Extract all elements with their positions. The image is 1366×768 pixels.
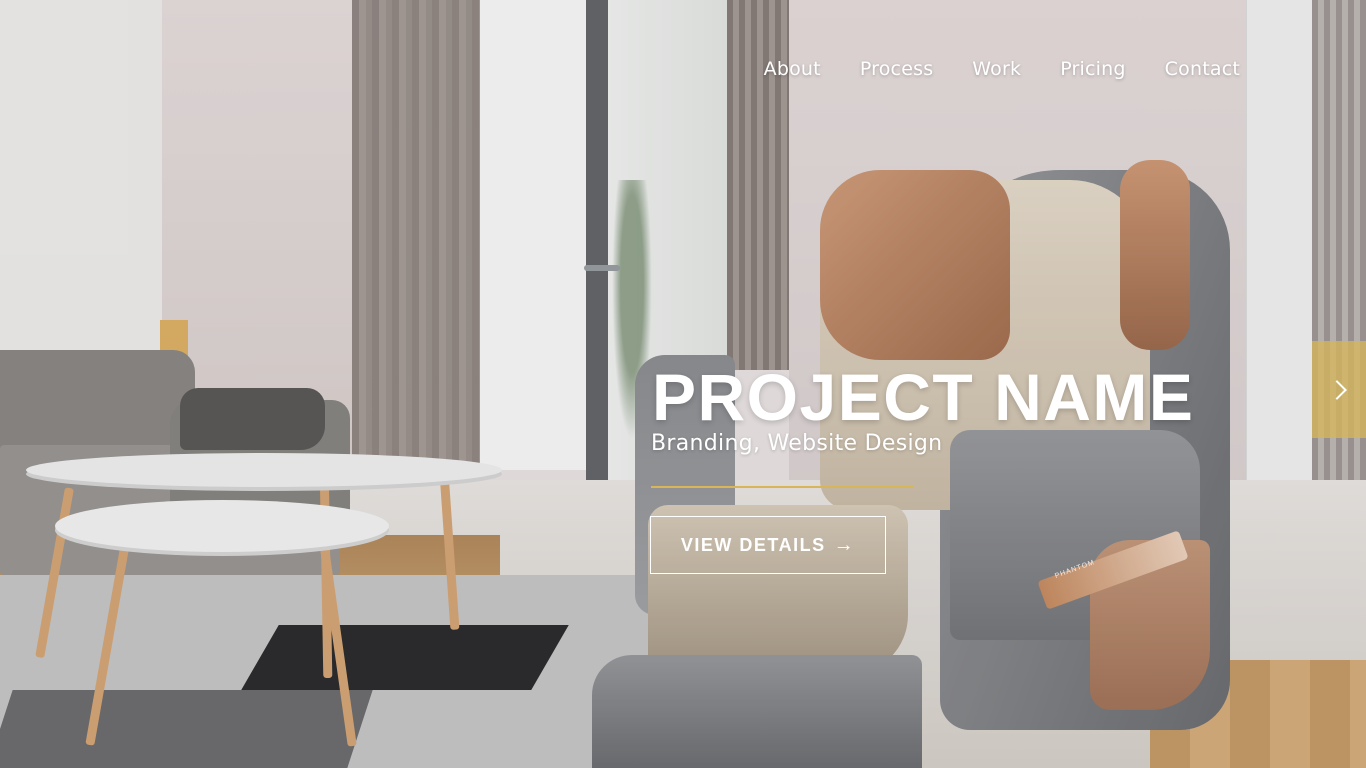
nav-item-work[interactable]: Work (972, 58, 1021, 80)
view-details-button[interactable]: VIEW DETAILS → (650, 516, 886, 574)
nav-item-pricing[interactable]: Pricing (1060, 58, 1125, 80)
chevron-right-icon (1327, 379, 1347, 400)
project-title: PROJECT NAME (652, 360, 1195, 434)
nav-item-process[interactable]: Process (860, 58, 933, 80)
accent-divider (651, 486, 913, 488)
hero-section: PHANTOM About Process Work Pricing Conta… (0, 0, 1366, 768)
arrow-right-icon: → (833, 533, 856, 556)
project-subtitle: Branding, Website Design (651, 431, 943, 456)
view-details-label: VIEW DETAILS (680, 534, 826, 555)
nav-item-contact[interactable]: Contact (1165, 58, 1240, 80)
nav-item-about[interactable]: About (764, 58, 821, 80)
main-nav: About Process Work Pricing Contact (764, 58, 1240, 80)
slider-next-button[interactable] (1312, 341, 1366, 438)
